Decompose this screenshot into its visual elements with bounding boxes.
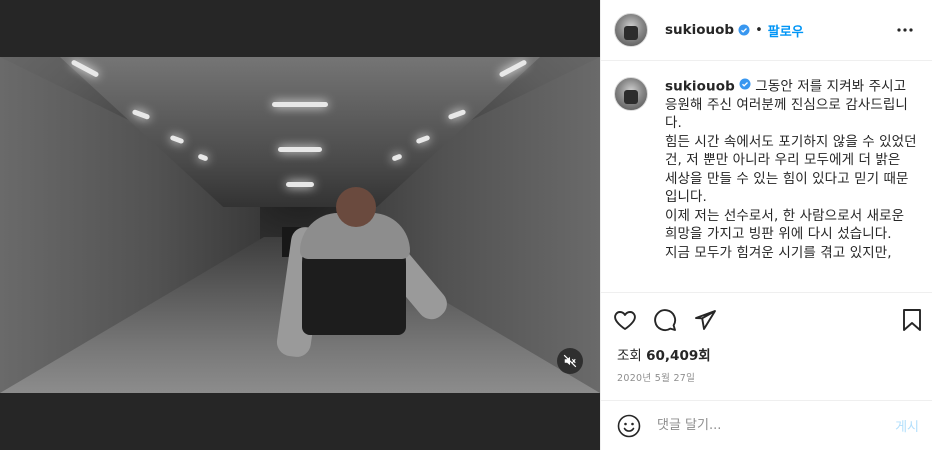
verified-badge-icon: [739, 77, 751, 96]
follow-button[interactable]: 팔로우: [768, 21, 804, 40]
comment-icon: [654, 308, 677, 331]
post-comment-button[interactable]: 게시: [895, 416, 919, 435]
video-player[interactable]: [0, 57, 600, 393]
caption-section: sukiouob 그동안 저를 지켜봐 주시고 응원해 주신 여러분께 진심으로…: [601, 61, 932, 292]
ceiling-lamp: [278, 147, 322, 152]
more-options-button[interactable]: [893, 18, 917, 42]
post-header: sukiouob • 팔로우: [601, 0, 932, 61]
like-button[interactable]: [613, 300, 653, 340]
muted-speaker-icon: [563, 354, 577, 368]
avatar[interactable]: [614, 13, 648, 47]
avatar[interactable]: [614, 77, 648, 111]
post-details-panel: sukiouob • 팔로우 sukiouob 그동안 저를 지켜봐 주시고 응…: [600, 0, 932, 450]
ceiling-lamp: [286, 182, 314, 187]
comment-input[interactable]: [657, 418, 896, 433]
action-bar: [601, 292, 932, 340]
emoji-icon: [617, 414, 641, 437]
mute-toggle-button[interactable]: [557, 348, 583, 374]
more-options-icon: [897, 28, 913, 32]
share-button[interactable]: [693, 300, 733, 340]
emoji-button[interactable]: [617, 414, 641, 438]
comment-button[interactable]: [653, 300, 693, 340]
share-icon: [695, 309, 716, 330]
save-button[interactable]: [899, 308, 923, 332]
author-username[interactable]: sukiouob: [665, 22, 734, 38]
post-media[interactable]: [0, 0, 600, 450]
post-date[interactable]: 2020년 5월 27일: [617, 370, 695, 384]
caption-username[interactable]: sukiouob: [665, 78, 735, 94]
verified-badge-icon: [738, 21, 750, 40]
caption-line: 지금 모두가 힘겨운 시기를 겪고 있지만,: [665, 244, 892, 261]
ceiling-lamp: [272, 102, 328, 107]
view-count[interactable]: 조회 60,409회: [617, 344, 711, 364]
caption-line: 이제 저는 선수로서, 한 사람으로서 새로운 희망을 가지고 빙판 위에 다시…: [665, 207, 905, 243]
heart-icon: [614, 310, 636, 330]
views-count: 60,409회: [646, 348, 711, 364]
comment-bar: 게시: [601, 400, 932, 450]
skater-head: [336, 187, 376, 227]
caption-line: 힘든 시간 속에서도 포기하지 않을 수 있었던 건, 저 뿐만 아니라 우리 …: [665, 133, 917, 206]
views-label: 조회: [617, 348, 642, 364]
post-caption: sukiouob 그동안 저를 지켜봐 주시고 응원해 주신 여러분께 진심으로…: [665, 77, 917, 292]
bookmark-icon: [903, 308, 921, 331]
separator-dot: •: [755, 22, 763, 38]
